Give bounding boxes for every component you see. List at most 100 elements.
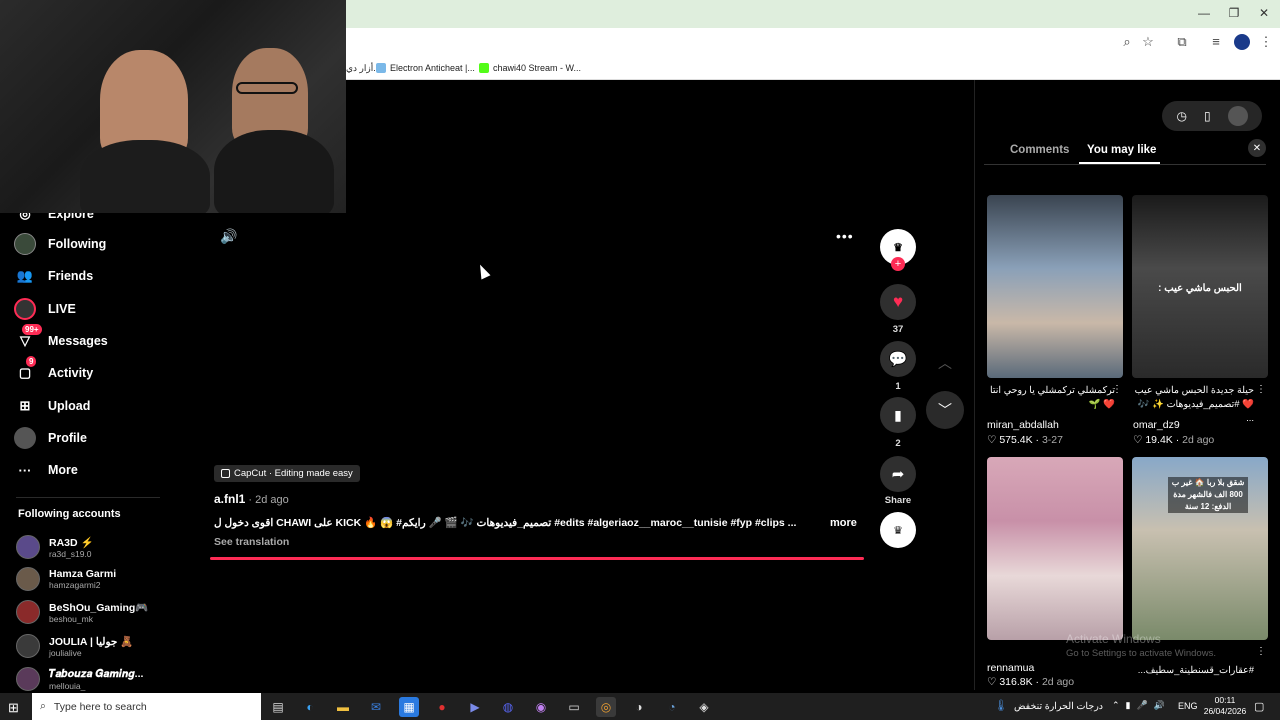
bookmark-button[interactable]: ▮: [880, 397, 916, 433]
tray-icons[interactable]: ⌃▮🎤🔊: [1112, 700, 1171, 711]
steam-icon[interactable]: ◔: [662, 697, 682, 717]
menu-icon[interactable]: ⋮: [1258, 34, 1274, 50]
app-icon[interactable]: ◈: [694, 697, 714, 717]
tab-comments[interactable]: Comments: [1010, 144, 1069, 156]
video-thumbnail[interactable]: شقق بلا ربا 🏠 غير ب 800 الف فالشهر مدة ا…: [1132, 457, 1268, 640]
comment-button[interactable]: 💬: [880, 341, 916, 377]
sidebar-item-friends[interactable]: 👥 Friends: [14, 263, 93, 289]
avatar: [16, 535, 40, 559]
active-tab-indicator: [1079, 162, 1160, 164]
messages-icon: ▽ 99+: [14, 324, 42, 352]
avatar: [16, 667, 40, 691]
video-title[interactable]: #عقارات_قسنطينة_سطيف...: [1132, 664, 1254, 678]
task-view-icon[interactable]: ▤: [268, 697, 288, 717]
sidebar-item-activity[interactable]: ▢ 9 Activity: [14, 356, 93, 386]
avatar: [16, 600, 40, 624]
terminal-icon[interactable]: ▭: [564, 697, 584, 717]
media-icon[interactable]: ≡: [1208, 34, 1224, 50]
activate-windows-subtext: Go to Settings to activate Windows.: [1066, 648, 1216, 659]
video-user[interactable]: rennamua: [987, 662, 1034, 674]
tab-you-may-like[interactable]: You may like: [1087, 144, 1156, 156]
sound-disc-icon[interactable]: ♛: [880, 512, 916, 548]
close-window-button[interactable]: ✕: [1254, 6, 1274, 22]
following-account[interactable]: Hamza Garmi hamzagarmi2: [16, 565, 116, 593]
windows-start-icon[interactable]: ⊞: [8, 700, 19, 716]
store-icon[interactable]: ▦: [399, 697, 419, 717]
sidebar-item-live[interactable]: LIVE: [14, 296, 76, 322]
discord-icon[interactable]: ◍: [498, 697, 518, 717]
see-translation-link[interactable]: See translation: [214, 536, 289, 548]
obs-icon[interactable]: ◑: [629, 697, 649, 717]
app-icon[interactable]: ▶: [465, 697, 485, 717]
extensions-icon[interactable]: ⧉: [1174, 34, 1190, 50]
taskbar-search[interactable]: ⌕ Type here to search: [32, 693, 261, 720]
upload-icon: ⊞: [19, 398, 31, 413]
video-thumbnail[interactable]: [987, 195, 1123, 378]
sidebar-item-upload[interactable]: ⊞ Upload: [14, 393, 91, 419]
capcut-badge[interactable]: CapCut · Editing made easy: [214, 465, 360, 482]
sidebar-item-messages[interactable]: ▽ 99+ Messages: [14, 324, 108, 354]
video-caption: اقوى دخول ل CHAWI على KICK 🔥 😱 #تصميم_في…: [214, 517, 797, 529]
video-author[interactable]: a.fnl1 · 2d ago: [214, 492, 289, 506]
weather-text[interactable]: درجات الحرارة تنخفض: [1014, 701, 1103, 712]
autoscroll-icon[interactable]: ◷: [1176, 109, 1186, 123]
more-icon: ···: [18, 462, 32, 478]
file-explorer-icon[interactable]: ▬: [333, 697, 353, 717]
edge-icon[interactable]: ◐: [300, 697, 320, 717]
follow-plus-icon[interactable]: +: [891, 257, 905, 271]
clock[interactable]: 00:11 26/04/2026: [1200, 695, 1250, 717]
maximize-button[interactable]: ❐: [1224, 6, 1244, 22]
video-thumbnail[interactable]: [987, 457, 1123, 640]
app-icon[interactable]: ●: [432, 697, 452, 717]
video-stats: ♡ 19.4K · 2d ago: [1133, 434, 1215, 446]
thumbnail-text: الحبس ماشي عيب :: [1158, 283, 1242, 294]
language-indicator[interactable]: ENG: [1178, 701, 1198, 711]
friends-icon: 👥: [16, 268, 34, 283]
following-account[interactable]: JOULIA | جوليا 🧸 joulialive: [16, 632, 133, 660]
sidebar-item-more[interactable]: ··· More: [14, 457, 78, 483]
minimize-button[interactable]: —: [1194, 6, 1214, 22]
bookmark-star-icon[interactable]: ☆: [1140, 34, 1156, 50]
video-stats: ♡ 575.4K · 3-27: [987, 434, 1063, 446]
avatar: [16, 567, 40, 591]
following-account[interactable]: BeShOu_Gaming🎮 beshou_mk: [16, 598, 148, 626]
divider: [16, 497, 160, 498]
previous-video-button[interactable]: ︿: [926, 344, 964, 382]
zoom-icon[interactable]: ⌕: [1119, 34, 1135, 50]
next-video-button[interactable]: ﹀: [926, 391, 964, 429]
caption-more-button[interactable]: more: [830, 517, 857, 529]
like-button[interactable]: ♥: [880, 284, 916, 320]
live-icon: [14, 298, 36, 320]
chrome-icon[interactable]: ◎: [596, 697, 616, 717]
options-icon[interactable]: ⋮: [1112, 384, 1122, 395]
activity-badge: 9: [26, 356, 37, 367]
mail-icon[interactable]: ✉: [366, 697, 386, 717]
electron-icon: [376, 63, 386, 73]
share-button[interactable]: ➦: [880, 456, 916, 492]
activate-windows-watermark: Activate Windows: [1066, 632, 1161, 646]
avatar[interactable]: [1227, 106, 1248, 126]
close-icon[interactable]: ✕: [1248, 139, 1266, 157]
video-title[interactable]: تركمشلي تركمشلي يا روحي انتا ❤️ 🌱: [987, 384, 1115, 412]
search-icon: ⌕: [40, 700, 46, 712]
activity-icon: ▢ 9: [14, 356, 37, 384]
sidebar-item-profile[interactable]: Profile: [14, 425, 87, 451]
following-account[interactable]: 𝑻𝒂𝒃𝒐𝒖𝒛𝒂 𝑮𝒂𝒎𝒊𝒏𝒈... mellouia_: [16, 665, 143, 693]
bookmark-item[interactable]: Electron Anticheat |...: [376, 60, 475, 76]
phone-icon[interactable]: ▯: [1204, 109, 1211, 123]
video-user[interactable]: miran_abdallah: [987, 419, 1059, 431]
video-progress-bar[interactable]: [210, 557, 864, 560]
options-icon[interactable]: ⋮: [1256, 646, 1266, 657]
notification-icon[interactable]: ▢: [1254, 700, 1264, 713]
more-options-icon[interactable]: •••: [836, 228, 856, 244]
sidebar-item-following[interactable]: Following: [14, 231, 106, 257]
comment-count: 1: [895, 381, 901, 392]
profile-avatar[interactable]: [1234, 34, 1250, 50]
bookmark-item[interactable]: chawi40 Stream - W...: [479, 60, 581, 76]
video-user[interactable]: omar_dz9: [1133, 419, 1180, 431]
app-icon[interactable]: ◉: [531, 697, 551, 717]
video-thumbnail[interactable]: الحبس ماشي عيب :: [1132, 195, 1268, 378]
options-icon[interactable]: ⋮: [1256, 384, 1266, 395]
following-account[interactable]: RA3D ⚡ ra3d_s19.0: [16, 533, 94, 561]
volume-icon[interactable]: 🔊: [220, 228, 238, 246]
